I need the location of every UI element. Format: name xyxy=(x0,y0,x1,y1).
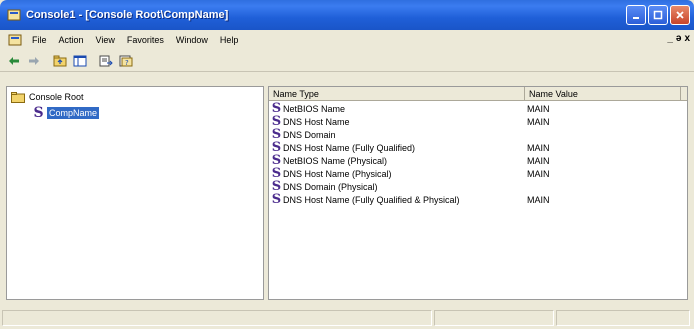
title-bar[interactable]: Console1 - [Console Root\CompName] xyxy=(0,0,694,30)
menu-favorites[interactable]: Favorites xyxy=(121,35,170,45)
back-button[interactable] xyxy=(4,52,24,70)
name-value-cell: MAIN xyxy=(527,103,550,114)
show-hide-tree-button[interactable] xyxy=(70,52,90,70)
menu-view[interactable]: View xyxy=(90,35,121,45)
console-document-icon[interactable] xyxy=(8,33,22,47)
mmc-window: Console1 - [Console Root\CompName] File … xyxy=(0,0,694,329)
export-list-icon xyxy=(99,55,113,66)
close-icon xyxy=(676,11,684,19)
name-value-cell: MAIN xyxy=(527,142,550,153)
menu-file[interactable]: File xyxy=(26,35,53,45)
name-type-cell: DNS Domain xyxy=(283,129,336,140)
name-entry-icon: S xyxy=(271,192,282,207)
window-title: Console1 - [Console Root\CompName] xyxy=(26,9,229,21)
list-item[interactable]: S DNS Host Name (Physical) MAIN xyxy=(271,167,685,180)
list-item[interactable]: S NetBIOS Name MAIN xyxy=(271,102,685,115)
snapin-icon: S xyxy=(33,105,44,121)
name-type-cell: DNS Host Name (Physical) xyxy=(283,168,392,179)
back-arrow-icon xyxy=(9,56,19,65)
column-header-name-value[interactable]: Name Value xyxy=(525,87,681,101)
console-app-icon xyxy=(7,9,21,21)
details-pane: Name Type Name Value S NetBIOS Name MAIN … xyxy=(268,86,688,300)
name-type-cell: NetBIOS Name xyxy=(283,103,346,114)
status-segment-main xyxy=(2,309,432,326)
up-one-level-button[interactable] xyxy=(50,52,70,70)
mdi-minimize-button[interactable]: _ xyxy=(667,33,673,44)
menu-bar: File Action View Favorites Window Help _… xyxy=(0,30,694,50)
name-value-cell: MAIN xyxy=(527,168,550,179)
help-icon: ? xyxy=(119,55,133,67)
menu-help[interactable]: Help xyxy=(214,35,245,45)
column-header-empty xyxy=(681,87,687,101)
list-item[interactable]: S DNS Host Name (Fully Qualified & Physic… xyxy=(271,193,685,206)
folder-icon xyxy=(11,91,25,103)
status-bar xyxy=(0,306,694,329)
list-item[interactable]: S DNS Host Name (Fully Qualified) MAIN xyxy=(271,141,685,154)
name-type-cell: DNS Domain (Physical) xyxy=(283,181,378,192)
tree-node-compname[interactable]: S CompName xyxy=(33,105,100,121)
toolbar: ? xyxy=(0,50,694,72)
name-value-cell: MAIN xyxy=(527,194,550,205)
export-list-button[interactable] xyxy=(96,52,116,70)
list-item[interactable]: S NetBIOS Name (Physical) MAIN xyxy=(271,154,685,167)
name-type-cell: NetBIOS Name (Physical) xyxy=(283,155,388,166)
mdi-close-button[interactable]: x xyxy=(684,33,690,44)
tree-node-label: Console Root xyxy=(29,92,84,102)
minimize-icon xyxy=(633,17,639,19)
tree-node-console-root[interactable]: Console Root xyxy=(11,91,84,103)
name-value-cell: MAIN xyxy=(527,116,550,127)
show-hide-tree-icon xyxy=(73,55,87,66)
name-type-cell: DNS Host Name (Fully Qualified) xyxy=(283,142,416,153)
up-folder-icon xyxy=(53,55,67,66)
forward-arrow-icon xyxy=(29,56,39,65)
minimize-button[interactable] xyxy=(626,5,646,25)
help-button[interactable]: ? xyxy=(116,52,136,70)
column-headers: Name Type Name Value xyxy=(269,87,687,101)
name-value-cell: MAIN xyxy=(527,155,550,166)
mdi-restore-button[interactable]: ə xyxy=(676,33,682,44)
menu-window[interactable]: Window xyxy=(170,35,214,45)
list-item[interactable]: S DNS Host Name MAIN xyxy=(271,115,685,128)
column-header-name-type[interactable]: Name Type xyxy=(269,87,525,101)
name-type-cell: DNS Host Name (Fully Qualified & Physica… xyxy=(283,194,460,205)
name-type-cell: DNS Host Name xyxy=(283,116,350,127)
menu-action[interactable]: Action xyxy=(53,35,90,45)
status-segment-2 xyxy=(434,309,554,326)
status-segment-3 xyxy=(556,309,690,326)
close-button[interactable] xyxy=(670,5,690,25)
list-item[interactable]: S DNS Domain xyxy=(271,128,685,141)
window-controls xyxy=(626,5,690,25)
list-rows: S NetBIOS Name MAIN S DNS Host Name MAIN S… xyxy=(271,102,685,206)
console-tree-pane: Console Root S CompName xyxy=(6,86,264,300)
tree-node-label-selected: CompName xyxy=(47,107,100,119)
maximize-icon xyxy=(653,10,663,20)
forward-button[interactable] xyxy=(24,52,44,70)
mdi-controls: _ ə x xyxy=(667,33,690,44)
list-item[interactable]: S DNS Domain (Physical) xyxy=(271,180,685,193)
svg-text:?: ? xyxy=(125,59,129,67)
maximize-button[interactable] xyxy=(648,5,668,25)
